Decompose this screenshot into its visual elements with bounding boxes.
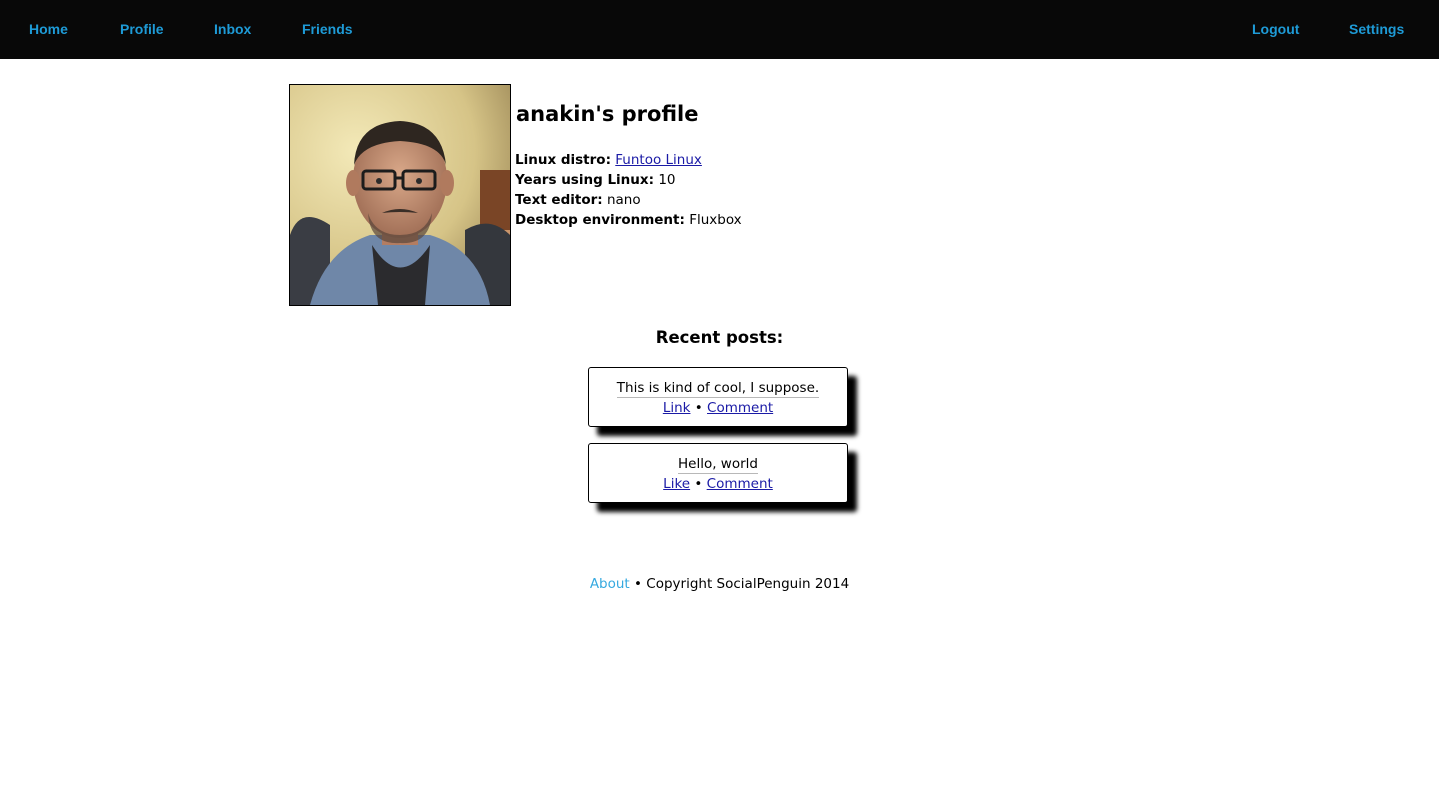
info-value-desktop: Fluxbox	[689, 212, 742, 228]
post-like-button[interactable]: Like	[663, 476, 690, 492]
footer-separator: •	[634, 576, 642, 592]
info-row-years: Years using Linux: 10	[515, 170, 742, 190]
nav-home-link[interactable]: Home	[29, 21, 68, 37]
info-value-years: 10	[658, 172, 676, 188]
post-actions: Like • Comment	[589, 474, 847, 494]
info-row-distro: Linux distro: Funtoo Linux	[515, 150, 742, 170]
profile-avatar	[289, 84, 511, 306]
post-card: This is kind of cool, I suppose. Link • …	[588, 367, 848, 427]
post-text: This is kind of cool, I suppose.	[616, 380, 820, 398]
nav-settings-link[interactable]: Settings	[1349, 21, 1404, 37]
top-navigation-bar: Home Profile Inbox Friends Logout Settin…	[0, 0, 1439, 59]
nav-inbox-link[interactable]: Inbox	[214, 21, 251, 37]
post-comment-button[interactable]: Comment	[707, 400, 773, 416]
info-label-years: Years using Linux:	[515, 172, 655, 188]
info-label-editor: Text editor:	[515, 192, 603, 208]
info-row-desktop: Desktop environment: Fluxbox	[515, 210, 742, 230]
post-actions-separator: •	[694, 400, 703, 416]
recent-posts-heading: Recent posts:	[655, 328, 784, 347]
post-text: Hello, world	[678, 456, 758, 474]
footer-copyright: Copyright SocialPenguin 2014	[646, 576, 850, 592]
footer-about-link[interactable]: About	[590, 576, 630, 592]
distro-link[interactable]: Funtoo Linux	[615, 152, 702, 168]
post-card: Hello, world Like • Comment	[588, 443, 848, 503]
nav-profile-link[interactable]: Profile	[120, 21, 164, 37]
profile-info-list: Linux distro: Funtoo Linux Years using L…	[515, 150, 742, 230]
post-link-button[interactable]: Link	[663, 400, 691, 416]
info-value-editor: nano	[606, 192, 641, 208]
profile-title: anakin's profile	[516, 102, 699, 126]
info-label-distro: Linux distro:	[515, 152, 611, 168]
nav-friends-link[interactable]: Friends	[302, 21, 353, 37]
info-label-desktop: Desktop environment:	[515, 212, 685, 228]
post-actions-separator: •	[694, 476, 703, 492]
nav-logout-link[interactable]: Logout	[1252, 21, 1299, 37]
post-actions: Link • Comment	[589, 398, 847, 418]
post-comment-button[interactable]: Comment	[707, 476, 773, 492]
info-row-editor: Text editor: nano	[515, 190, 742, 210]
footer: About • Copyright SocialPenguin 2014	[0, 576, 1439, 592]
